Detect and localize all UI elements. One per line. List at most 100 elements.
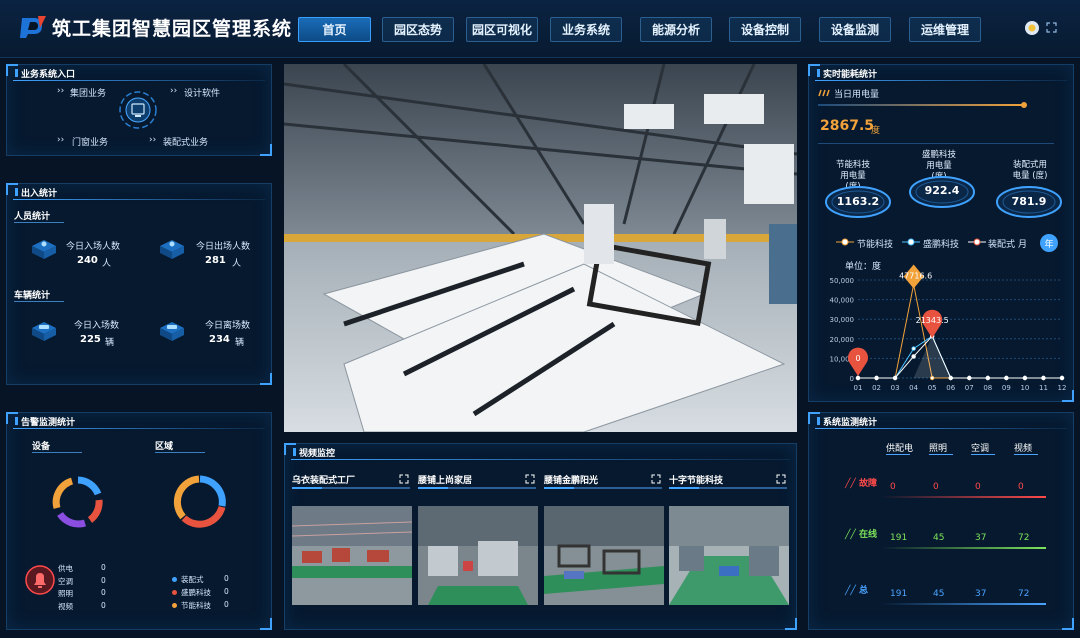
alarm-bell-icon[interactable] bbox=[22, 565, 58, 595]
vehicle-exit-label: 今日离场数 bbox=[205, 321, 251, 331]
feed-title: 十字节能科技 bbox=[669, 476, 724, 486]
expand-icon[interactable] bbox=[525, 474, 535, 484]
feed-title: 乌衣装配式工厂 bbox=[292, 476, 356, 486]
people-exit-value: 281 bbox=[205, 255, 226, 266]
status-bar bbox=[880, 496, 1046, 498]
video-thumbnail[interactable] bbox=[292, 506, 412, 605]
legend-item[interactable]: 盛鹏科技 bbox=[923, 237, 959, 250]
alarm-device-label: 设备 bbox=[32, 439, 83, 453]
nav-energy-analysis[interactable]: 能源分析 bbox=[640, 17, 712, 42]
fullscreen-icon[interactable] bbox=[1046, 22, 1057, 33]
entry-design-software[interactable]: 设计软件 bbox=[184, 86, 220, 99]
vehicle-enter-icon bbox=[32, 322, 56, 341]
entry-prefab[interactable]: 装配式业务 bbox=[163, 135, 208, 148]
device-legend-name: 供电 bbox=[58, 564, 73, 573]
factory-scene-image bbox=[284, 64, 797, 432]
feed-title: 腰铺上尚家居 bbox=[418, 476, 473, 486]
status-value: 45 bbox=[933, 589, 945, 599]
area-legend-name: 节能科技 bbox=[181, 601, 211, 610]
people-exit-icon bbox=[160, 240, 184, 259]
entry-group-business[interactable]: 集团业务 bbox=[70, 86, 106, 99]
column-header: 供配电 bbox=[886, 441, 913, 455]
status-value: 37 bbox=[975, 533, 987, 543]
data-point bbox=[1004, 375, 1009, 381]
column-header: 视频 bbox=[1014, 441, 1039, 455]
vehicle-enter-label: 今日入场数 bbox=[74, 321, 120, 331]
nav-device-control[interactable]: 设备控制 bbox=[729, 17, 801, 42]
y-tick-label: 30,000 bbox=[830, 316, 855, 324]
area-legend-value: 0 bbox=[224, 587, 229, 596]
expand-icon[interactable] bbox=[776, 474, 786, 484]
x-tick-label: 08 bbox=[983, 384, 992, 392]
video-thumbnail[interactable] bbox=[544, 506, 664, 605]
panel-title: 系统监测统计 bbox=[817, 415, 877, 428]
series-line bbox=[858, 335, 1062, 379]
device-alarm-donut bbox=[52, 476, 103, 528]
data-point bbox=[855, 375, 861, 381]
nav-park-situation[interactable]: 园区态势 bbox=[382, 17, 454, 42]
chevron-icon: ›› bbox=[57, 135, 65, 145]
status-value: 0 bbox=[933, 482, 939, 492]
series-line bbox=[858, 335, 1062, 379]
theme-toggle-icon[interactable] bbox=[1024, 20, 1040, 36]
business-hub-icon bbox=[119, 91, 157, 129]
x-tick-label: 10 bbox=[1020, 384, 1029, 392]
data-point bbox=[874, 375, 879, 381]
legend-item[interactable]: 装配式 bbox=[988, 237, 1015, 250]
nav-business-system[interactable]: 业务系统 bbox=[550, 17, 622, 42]
entry-doors-windows[interactable]: 门窗业务 bbox=[72, 135, 108, 148]
x-tick-label: 05 bbox=[928, 384, 937, 392]
vehicle-enter-unit: 辆 bbox=[105, 338, 115, 348]
panel-title: 告警监测统计 bbox=[15, 415, 75, 428]
area-fill bbox=[913, 336, 951, 378]
status-value: 37 bbox=[975, 589, 987, 599]
main-video-feed[interactable] bbox=[284, 64, 797, 432]
device-legend-value: 0 bbox=[101, 563, 106, 572]
toggle-year[interactable]: 年 bbox=[1040, 234, 1058, 252]
status-row-label: ╱╱ 故障 bbox=[845, 479, 877, 489]
status-row-label: ╱╱ 总 bbox=[845, 586, 868, 596]
legend-item[interactable]: 节能科技 bbox=[857, 237, 893, 250]
expand-icon[interactable] bbox=[399, 474, 409, 484]
nav-home[interactable]: 首页 bbox=[298, 17, 371, 42]
video-thumbnail[interactable] bbox=[418, 506, 538, 605]
mid-marker-label: 21343.5 bbox=[916, 316, 949, 325]
gauge-value: 781.9 bbox=[1011, 195, 1047, 208]
x-tick-label: 09 bbox=[1002, 384, 1011, 392]
gauge-value: 1163.2 bbox=[836, 195, 880, 208]
daily-power-bar bbox=[818, 104, 1024, 106]
status-row-label: ╱╱ 在线 bbox=[845, 530, 877, 540]
status-value: 72 bbox=[1018, 589, 1030, 599]
series-line bbox=[858, 284, 1062, 379]
panel-title: 业务系统入口 bbox=[15, 67, 75, 80]
device-legend-name: 空调 bbox=[58, 576, 73, 586]
status-value: 45 bbox=[933, 533, 945, 543]
x-tick-label: 01 bbox=[854, 384, 863, 392]
panel-title: 出入统计 bbox=[15, 186, 57, 199]
toggle-month[interactable]: 月 bbox=[1018, 237, 1027, 250]
device-legend-value: 0 bbox=[101, 588, 106, 597]
video-thumbnail[interactable] bbox=[669, 506, 789, 605]
chevron-icon: ›› bbox=[57, 86, 65, 96]
area-legend-value: 0 bbox=[224, 574, 229, 583]
status-value: 0 bbox=[890, 482, 896, 492]
legend-dot bbox=[172, 577, 177, 582]
status-value: 191 bbox=[890, 589, 908, 599]
data-point bbox=[911, 346, 916, 351]
status-value: 72 bbox=[1018, 533, 1030, 543]
y-tick-label: 50,000 bbox=[830, 277, 855, 285]
x-tick-label: 04 bbox=[909, 384, 918, 392]
expand-icon[interactable] bbox=[651, 474, 661, 484]
legend-marker bbox=[902, 238, 920, 246]
x-tick-label: 06 bbox=[946, 384, 955, 392]
peak-label: 47716.6 bbox=[899, 271, 932, 280]
people-enter-label: 今日入场人数 bbox=[66, 242, 121, 252]
nav-operations[interactable]: 运维管理 bbox=[909, 17, 981, 42]
nav-park-visualization[interactable]: 园区可视化 bbox=[466, 17, 538, 42]
device-legend-value: 0 bbox=[101, 575, 106, 585]
area-alarm-donut bbox=[173, 475, 226, 528]
x-tick-label: 12 bbox=[1058, 384, 1067, 392]
y-tick-label: 20,000 bbox=[830, 336, 855, 344]
app-title: 筑工集团智慧园区管理系统 bbox=[52, 18, 293, 40]
nav-device-monitor[interactable]: 设备监测 bbox=[819, 17, 891, 42]
